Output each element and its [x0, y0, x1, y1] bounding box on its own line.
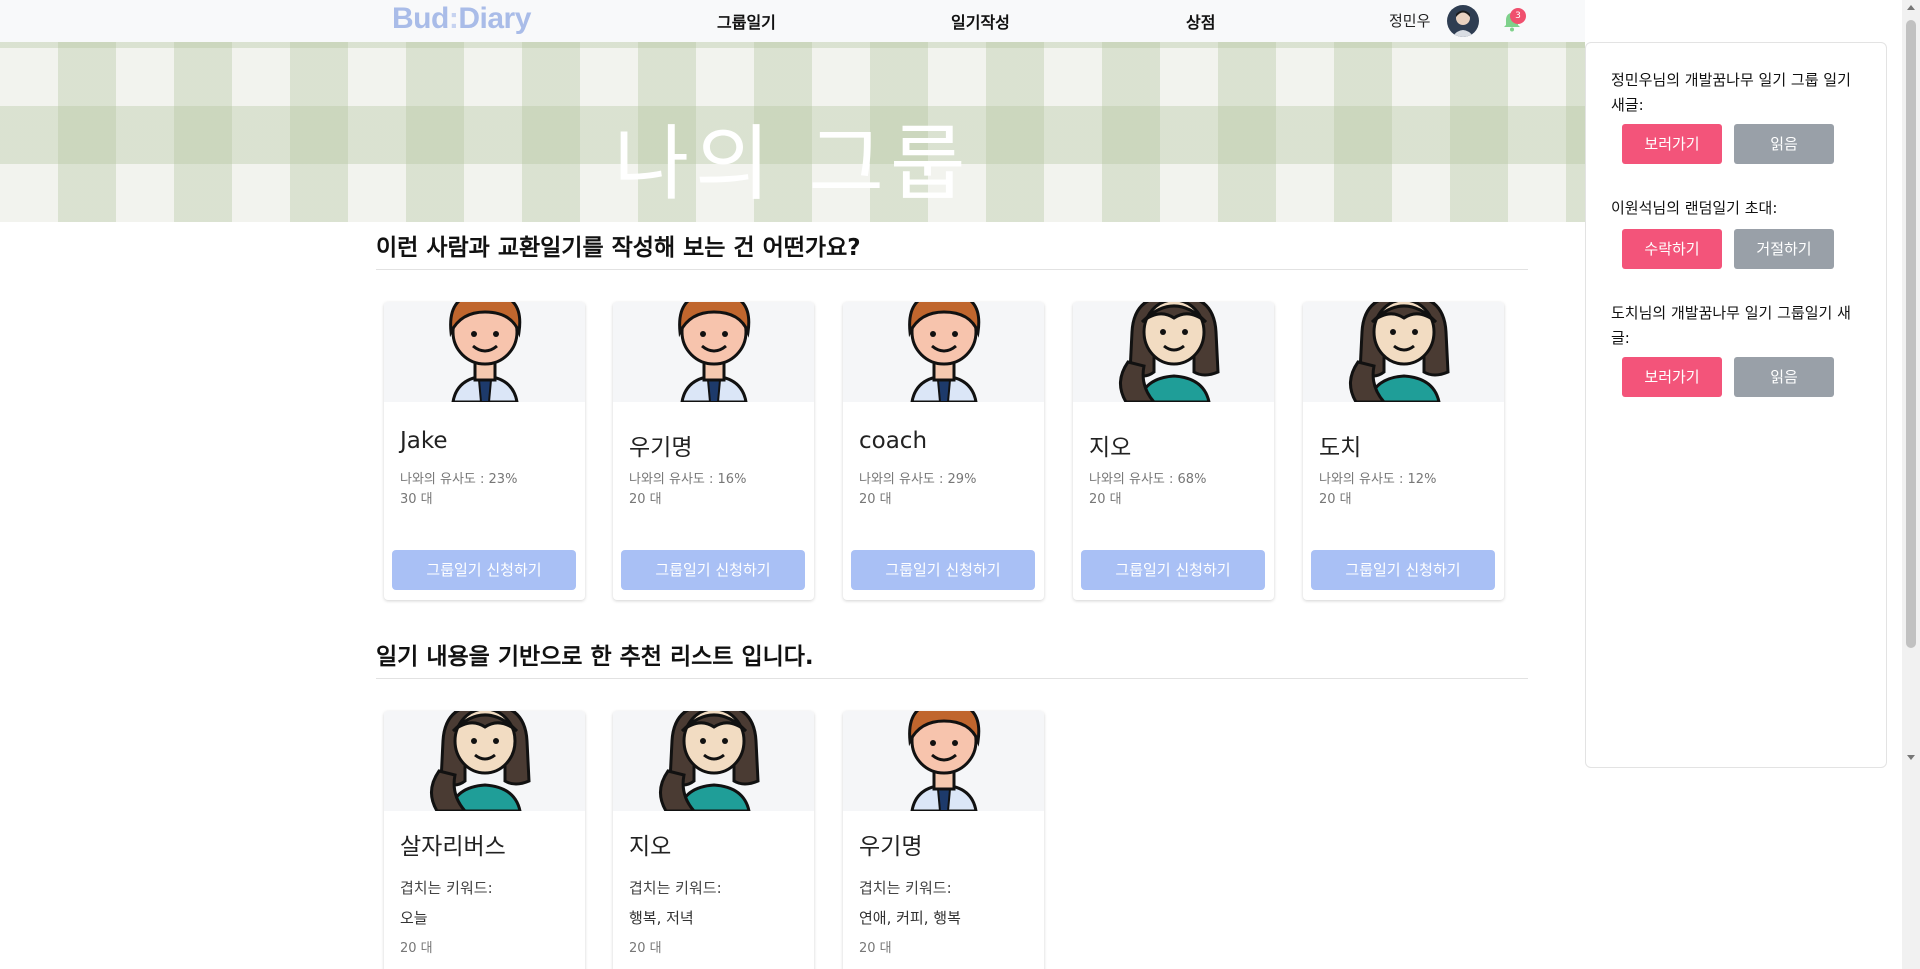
- recommend-card: 지오겹치는 키워드: 행복, 저녁 20 대: [613, 711, 814, 969]
- age-text: 20 대: [859, 492, 892, 507]
- similarity-text: 나와의 유사도 : 23%: [400, 472, 518, 487]
- user-card-name: Jake: [400, 428, 448, 454]
- age-text: 20 대: [859, 941, 892, 956]
- apply-group-diary-button[interactable]: 그룹일기 신청하기: [392, 550, 576, 590]
- hero-banner: 나의 그룹: [0, 42, 1585, 222]
- user-card: Jake 나와의 유사도 : 23% 30 대그룹일기 신청하기: [384, 302, 585, 600]
- user-avatar[interactable]: [1447, 5, 1479, 37]
- keyword-list: 오늘: [400, 909, 428, 927]
- age-text: 20 대: [629, 941, 662, 956]
- keyword-label: 겹치는 키워드:: [629, 879, 722, 897]
- decline-invite-button[interactable]: 거절하기: [1734, 229, 1834, 269]
- user-card-name: 지오: [629, 834, 672, 860]
- apply-group-diary-button[interactable]: 그룹일기 신청하기: [1081, 550, 1265, 590]
- user-name[interactable]: 정민우: [1389, 10, 1430, 31]
- notification-text: 이원석님의 랜덤일기 초대:: [1611, 199, 1778, 217]
- view-post-button[interactable]: 보러가기: [1622, 124, 1722, 164]
- user-card: 도치나와의 유사도 : 12% 20 대그룹일기 신청하기: [1303, 302, 1504, 600]
- user-avatar-image: [384, 302, 585, 402]
- user-avatar-image: [1073, 302, 1274, 402]
- notification-panel: 정민우님의 개발꿈나무 일기 그룹 일기 새글: 보러가기 읽음 이원석님의 랜…: [1585, 42, 1887, 768]
- divider: [376, 269, 1528, 270]
- user-card-name: 지오: [1089, 435, 1132, 461]
- age-text: 30 대: [400, 492, 433, 507]
- user-card-name: 우기명: [629, 435, 693, 461]
- similarity-text: 나와의 유사도 : 29%: [859, 472, 977, 487]
- notification-text: 도치님의 개발꿈나무 일기 그룹일기 새글:: [1611, 304, 1851, 347]
- user-card: coach 나와의 유사도 : 29% 20 대그룹일기 신청하기: [843, 302, 1044, 600]
- notification-text: 정민우님의 개발꿈나무 일기 그룹 일기 새글:: [1611, 71, 1851, 114]
- scroll-thumb[interactable]: [1906, 20, 1916, 648]
- user-card-name: 도치: [1319, 435, 1362, 461]
- similar-section-title: 이런 사람과 교환일기를 작성해 보는 건 어떤가요?: [376, 235, 861, 261]
- user-card-name: 우기명: [859, 834, 923, 860]
- similarity-text: 나와의 유사도 : 12%: [1319, 472, 1437, 487]
- accept-invite-button[interactable]: 수락하기: [1622, 229, 1722, 269]
- similarity-text: 나와의 유사도 : 16%: [629, 472, 747, 487]
- user-card-name: 살자리버스: [400, 834, 506, 860]
- age-text: 20 대: [629, 492, 662, 507]
- apply-group-diary-button[interactable]: 그룹일기 신청하기: [1311, 550, 1495, 590]
- age-text: 20 대: [1319, 492, 1352, 507]
- page-title: 나의 그룹: [613, 117, 972, 212]
- user-avatar-image: [843, 302, 1044, 402]
- page-scrollbar[interactable]: [1902, 0, 1920, 969]
- keyword-section-title: 일기 내용을 기반으로 한 추천 리스트 입니다.: [376, 644, 814, 670]
- app-logo[interactable]: Bud:Diary: [392, 2, 531, 36]
- user-avatar-image: [613, 302, 814, 402]
- user-card-name: coach: [859, 428, 928, 454]
- recommend-card: 우기명겹치는 키워드: 연애, 커피, 행복 20 대: [843, 711, 1044, 969]
- age-text: 20 대: [1089, 492, 1122, 507]
- keyword-list: 연애, 커피, 행복: [859, 909, 961, 927]
- user-card: 우기명나와의 유사도 : 16% 20 대그룹일기 신청하기: [613, 302, 814, 600]
- mark-read-button[interactable]: 읽음: [1734, 124, 1834, 164]
- keyword-label: 겹치는 키워드:: [400, 879, 493, 897]
- user-avatar-image: [613, 711, 814, 811]
- user-card: 지오나와의 유사도 : 68% 20 대그룹일기 신청하기: [1073, 302, 1274, 600]
- user-avatar-image: [384, 711, 585, 811]
- user-avatar-image: [1303, 302, 1504, 402]
- mark-read-button[interactable]: 읽음: [1734, 357, 1834, 397]
- view-post-button[interactable]: 보러가기: [1622, 357, 1722, 397]
- scroll-down-arrow-icon[interactable]: [1907, 755, 1915, 760]
- divider: [376, 678, 1528, 679]
- keyword-list: 행복, 저녁: [629, 909, 694, 927]
- nav-write-diary[interactable]: 일기작성: [951, 9, 1010, 33]
- age-text: 20 대: [400, 941, 433, 956]
- apply-group-diary-button[interactable]: 그룹일기 신청하기: [851, 550, 1035, 590]
- similarity-text: 나와의 유사도 : 68%: [1089, 472, 1207, 487]
- nav-shop[interactable]: 상점: [1186, 9, 1215, 33]
- notification-badge: 3: [1510, 8, 1526, 24]
- scroll-up-arrow-icon[interactable]: [1907, 5, 1915, 10]
- apply-group-diary-button[interactable]: 그룹일기 신청하기: [621, 550, 805, 590]
- nav-group-diary[interactable]: 그룹일기: [717, 9, 776, 33]
- user-avatar-image: [843, 711, 1044, 811]
- recommend-card: 살자리버스겹치는 키워드: 오늘 20 대: [384, 711, 585, 969]
- keyword-label: 겹치는 키워드:: [859, 879, 952, 897]
- top-navbar: Bud:Diary 그룹일기 일기작성 상점 정민우 3: [0, 0, 1585, 42]
